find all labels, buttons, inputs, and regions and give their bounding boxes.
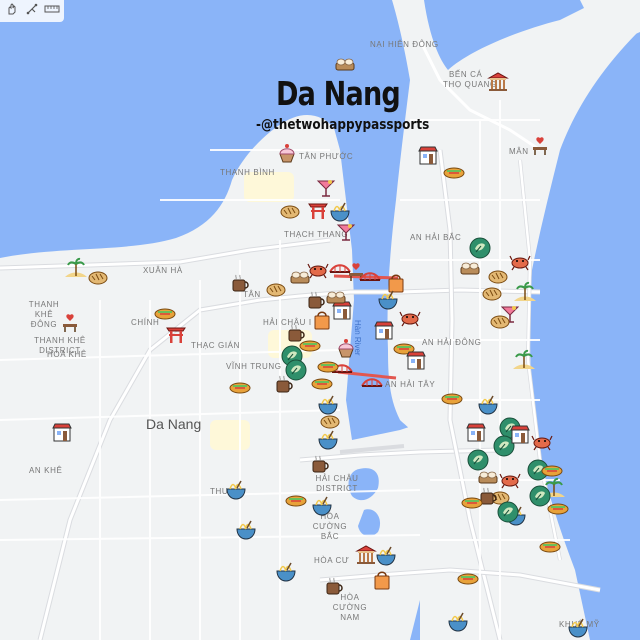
seafood-icon[interactable] [307,259,329,281]
map-author-handle: -@thetwohappypassports [256,117,430,133]
place-label-thanh-khe-dong: THANH KHÊ ĐÔNG [28,300,60,329]
map-title: Da Nang [276,74,401,113]
temple-icon[interactable] [165,323,187,345]
banh-mi-icon[interactable] [461,491,483,513]
place-label-an-hai-tay: AN HẢI TÂY [385,380,436,389]
bridge-icon[interactable] [361,371,383,393]
cocktail-bar-icon[interactable] [315,177,337,199]
seafood-icon[interactable] [399,307,421,329]
bakery-icon[interactable] [279,199,301,221]
noodle-bowl-icon[interactable] [477,394,499,416]
noodle-bowl-icon[interactable] [225,479,247,501]
dumplings-icon[interactable] [459,255,481,277]
noodle-bowl-icon[interactable] [275,561,297,583]
noodle-bowl-icon[interactable] [375,545,397,567]
cafe-icon[interactable] [229,272,251,294]
ruler-icon[interactable] [44,2,60,16]
seafood-icon[interactable] [509,251,531,273]
bakery-icon[interactable] [319,409,341,431]
place-label-vinh-trung: VĨNH TRUNG [226,362,282,371]
cocktail-bar-icon[interactable] [335,221,357,243]
place-label-hai-chau-district: HẢI CHÂU DISTRICT [315,474,359,493]
banh-mi-icon[interactable] [229,376,251,398]
shopping-icon[interactable] [311,309,333,331]
cafe-icon[interactable] [309,453,331,475]
noodle-bowl-icon[interactable] [567,617,589,639]
restaurant-icon[interactable] [373,319,395,341]
beach-icon[interactable] [65,257,87,279]
place-label-hoa-cuong: HÒA CƯ [314,556,350,565]
temple-icon[interactable] [307,199,329,221]
cafe-icon[interactable] [323,575,345,597]
place-label-tan-phuoc: TÂN PHƯỚC [299,152,354,161]
place-label-hoa-cuong-nam: HÒA CƯỜNG NAM [332,593,368,622]
dumplings-icon[interactable] [334,51,356,73]
banh-mi-icon[interactable] [441,387,463,409]
restaurant-icon[interactable] [465,421,487,443]
banh-mi-icon[interactable] [457,567,479,589]
restaurant-icon[interactable] [405,349,427,371]
restaurant-icon[interactable] [51,421,73,443]
banh-mi-icon[interactable] [547,497,569,519]
place-label-xuan-ha: XUÂN HÀ [143,266,183,275]
cafe-icon[interactable] [305,289,327,311]
place-label-nai-hien-dong: NẠI HIÊN ĐÔNG [370,40,439,49]
romantic-dinner-icon[interactable] [59,312,81,334]
hand-icon[interactable] [4,2,20,16]
map-toolbar [0,0,64,22]
dumplings-icon[interactable] [325,284,347,306]
beach-icon[interactable] [513,349,535,371]
draw-line-icon[interactable] [24,2,40,16]
bakery-icon[interactable] [265,277,287,299]
place-label-hoa-khe: HÒA KHÊ [47,350,87,359]
seafood-icon[interactable] [531,431,553,453]
bakery-icon[interactable] [87,265,109,287]
noodle-bowl-icon[interactable] [317,429,339,451]
museum-icon[interactable] [487,71,509,93]
noodle-bowl-icon[interactable] [447,611,469,633]
shopping-icon[interactable] [371,569,393,591]
place-label-thanh-binh: THANH BÌNH [220,168,275,177]
noodle-bowl-icon[interactable] [311,495,333,517]
restaurant-icon[interactable] [509,423,531,445]
museum-icon[interactable] [355,544,377,566]
bakery-icon[interactable] [481,281,503,303]
place-label-an-hai-dong: AN HẢI ĐÔNG [422,338,482,347]
banh-mi-icon[interactable] [154,302,176,324]
vegetarian-icon[interactable] [285,359,307,381]
noodle-bowl-icon[interactable] [377,289,399,311]
place-label-thac-gian: THẠC GIÁN [191,341,240,350]
banh-mi-icon[interactable] [317,355,339,377]
map-canvas[interactable]: Da Nang -@thetwohappypassports NẠI HIÊN … [0,0,640,640]
vegetarian-icon[interactable] [497,501,519,523]
restaurant-icon[interactable] [417,144,439,166]
place-label-ben-ca: BẾN CÁ [449,70,483,79]
romantic-dinner-icon[interactable] [529,135,551,157]
banh-mi-icon[interactable] [285,489,307,511]
noodle-bowl-icon[interactable] [235,519,257,541]
beach-icon[interactable] [514,281,536,303]
banh-mi-icon[interactable] [443,161,465,183]
dumplings-icon[interactable] [477,464,499,486]
place-label-man-thai: MÂN [509,147,529,156]
banh-mi-icon[interactable] [539,535,561,557]
bakery-icon[interactable] [489,309,511,331]
city-label-da-nang: Da Nang [146,416,202,432]
place-label-an-hai-bac: AN HẢI BẮC [410,233,462,242]
place-label-an-khe: AN KHÊ [29,466,63,475]
noodle-bowl-icon[interactable] [329,201,351,223]
dessert-icon[interactable] [276,142,298,164]
bridge-icon[interactable] [359,265,381,287]
